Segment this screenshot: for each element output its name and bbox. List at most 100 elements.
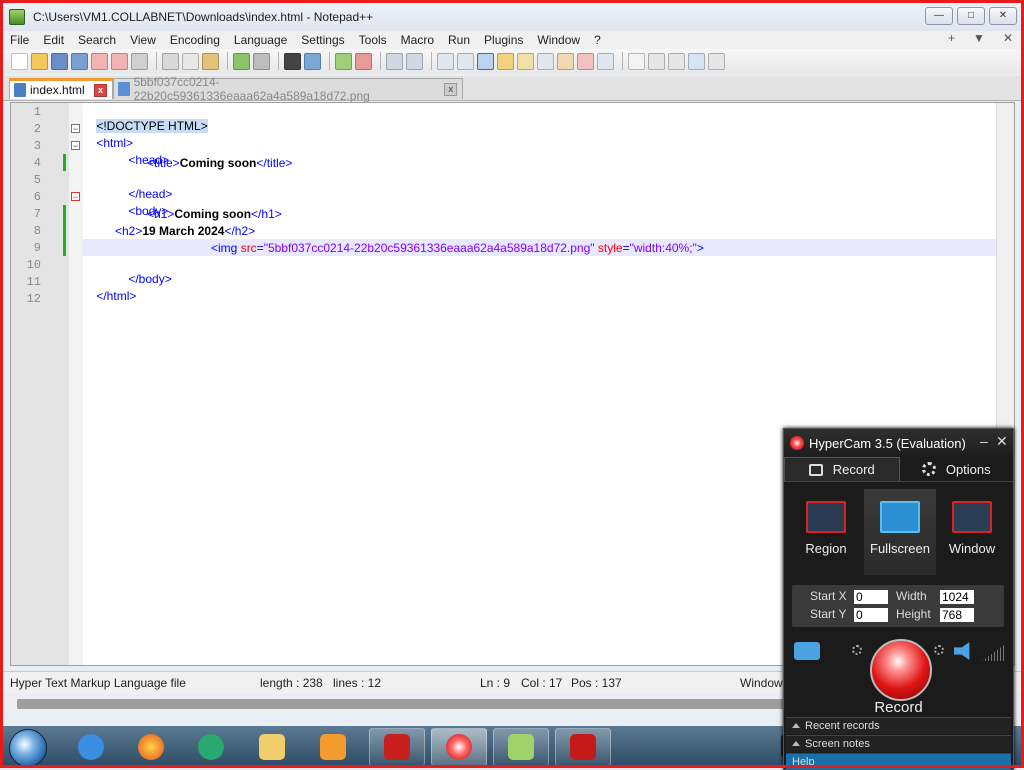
filezilla-taskbar-button[interactable] (369, 728, 425, 766)
help-panel[interactable]: Help (786, 753, 1011, 769)
doc-map-icon[interactable] (517, 52, 534, 70)
fold-toggle-icon[interactable]: − (71, 124, 80, 134)
mode-window[interactable]: Window (936, 489, 1008, 575)
tab-record-label: Record (832, 462, 875, 477)
start-x-input[interactable]: 0 (854, 590, 888, 604)
audio-settings-icon[interactable] (934, 645, 944, 655)
start-button[interactable] (9, 729, 47, 767)
undo-icon[interactable] (233, 52, 250, 70)
indent-guide-icon[interactable] (477, 52, 494, 70)
maximize-button[interactable]: □ (957, 7, 985, 25)
close-doc-icon[interactable]: ✕ (1003, 31, 1013, 45)
function-list-icon[interactable] (537, 52, 554, 70)
menu-window[interactable]: Window (530, 33, 587, 47)
tab-options[interactable]: Options (900, 457, 1014, 481)
minimize-button[interactable]: — (925, 7, 953, 25)
macro-record-icon[interactable] (628, 52, 645, 70)
media-player-icon (320, 734, 346, 760)
line-number: 11 (26, 275, 41, 289)
redo-icon[interactable] (253, 52, 270, 70)
macro-run-multiple-icon[interactable] (688, 52, 705, 70)
menu-search[interactable]: Search (71, 33, 123, 47)
hypercam-taskbar-button[interactable] (431, 728, 487, 766)
menu-language[interactable]: Language (227, 33, 294, 47)
close-file-icon[interactable] (91, 52, 108, 70)
hypercam-close-button[interactable]: ✕ (996, 433, 1008, 450)
menu-plugins[interactable]: Plugins (477, 33, 530, 47)
toolbar-separator (380, 52, 381, 70)
text-token: Coming soon (179, 156, 257, 170)
close-tab-icon[interactable]: x (444, 82, 457, 96)
record-button[interactable] (870, 639, 932, 701)
menu-help[interactable]: ? (587, 33, 608, 47)
explorer-taskbar-button[interactable] (244, 728, 300, 766)
menu-edit[interactable]: Edit (36, 33, 71, 47)
saved-file-icon (14, 83, 26, 97)
sync-vertical-icon[interactable] (386, 52, 403, 70)
tab-label: index.html (30, 83, 85, 97)
sync-horizontal-icon[interactable] (406, 52, 423, 70)
new-tab-icon[interactable]: + (948, 31, 955, 45)
show-all-chars-icon[interactable] (457, 52, 474, 70)
find-icon[interactable] (284, 52, 301, 70)
speaker-icon[interactable] (954, 642, 970, 660)
copy-icon[interactable] (182, 52, 199, 70)
udl-icon[interactable] (497, 52, 514, 70)
macro-stop-icon[interactable] (648, 52, 665, 70)
tab-record[interactable]: Record (784, 457, 900, 481)
record-label: Record (874, 699, 923, 716)
tab-png-file[interactable]: 5bbf037cc0214-22b20c59361336eaaa62a4a589… (113, 75, 463, 103)
recent-records-label: Recent records (805, 720, 880, 732)
save-icon[interactable] (51, 52, 68, 70)
menu-settings[interactable]: Settings (294, 33, 351, 47)
media-taskbar-button[interactable] (305, 728, 361, 766)
chat-app-icon (198, 734, 224, 760)
height-input[interactable]: 768 (940, 608, 974, 622)
cut-icon[interactable] (162, 52, 179, 70)
notepadpp-taskbar-button[interactable] (493, 728, 549, 766)
folder-workspace-icon[interactable] (557, 52, 574, 70)
menu-encoding[interactable]: Encoding (163, 33, 227, 47)
mode-region[interactable]: Region (790, 489, 862, 575)
close-all-icon[interactable] (111, 52, 128, 70)
monitoring-icon[interactable] (577, 52, 594, 70)
menu-macro[interactable]: Macro (394, 33, 441, 47)
print-icon[interactable] (131, 52, 148, 70)
eye-icon[interactable] (597, 52, 614, 70)
code-line: <h1>Coming soon</h1> (147, 207, 282, 221)
firefox-taskbar-button[interactable] (123, 728, 179, 766)
save-all-icon[interactable] (71, 52, 88, 70)
mode-fullscreen[interactable]: Fullscreen (864, 489, 936, 575)
macro-play-icon[interactable] (668, 52, 685, 70)
fullscreen-icon (880, 501, 920, 533)
menu-tools[interactable]: Tools (352, 33, 394, 47)
new-file-icon[interactable] (11, 52, 28, 70)
menu-view[interactable]: View (123, 33, 163, 47)
webcam-icon[interactable] (794, 642, 820, 660)
tab-list-icon[interactable]: ▼ (973, 31, 985, 45)
hypercam-minimize-button[interactable]: – (980, 433, 988, 449)
menu-file[interactable]: File (3, 33, 36, 47)
screen-notes-panel[interactable]: Screen notes (786, 735, 1011, 752)
width-input[interactable]: 1024 (940, 590, 974, 604)
zoom-out-icon[interactable] (355, 52, 372, 70)
start-y-input[interactable]: 0 (854, 608, 888, 622)
line-number: 5 (33, 173, 41, 187)
open-file-icon[interactable] (31, 52, 48, 70)
webcam-settings-icon[interactable] (852, 645, 862, 655)
replace-icon[interactable] (304, 52, 321, 70)
menu-run[interactable]: Run (441, 33, 477, 47)
word-wrap-icon[interactable] (437, 52, 454, 70)
zoom-in-icon[interactable] (335, 52, 352, 70)
chat-taskbar-button[interactable] (183, 728, 239, 766)
tab-index-html[interactable]: index.html x (9, 78, 113, 99)
close-button[interactable]: ✕ (989, 7, 1017, 25)
recent-records-panel[interactable]: Recent records (786, 717, 1011, 734)
fold-toggle-icon[interactable]: − (71, 192, 80, 202)
macro-save-icon[interactable] (708, 52, 725, 70)
paste-icon[interactable] (202, 52, 219, 70)
close-tab-icon[interactable]: x (94, 83, 107, 97)
ie-taskbar-button[interactable] (63, 728, 119, 766)
flash-taskbar-button[interactable] (555, 728, 611, 766)
fold-toggle-icon[interactable]: − (71, 141, 80, 151)
